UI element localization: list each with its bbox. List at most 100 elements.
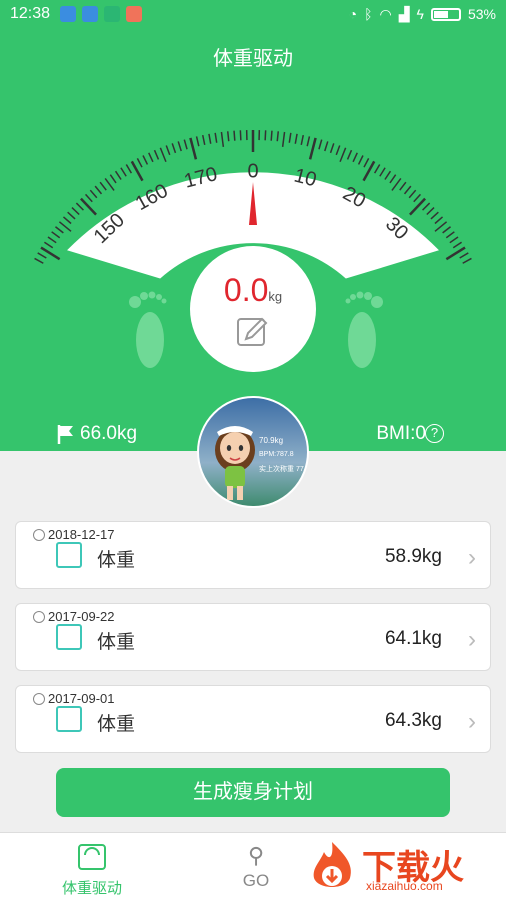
gauge-tick <box>318 139 323 150</box>
record-label: 体重 <box>97 714 136 735</box>
gauge-tick <box>220 131 225 147</box>
record-card[interactable]: 2018-12-17 体重 58.9kg › <box>15 521 491 589</box>
tab-label: GO <box>242 871 270 890</box>
gauge-tick <box>422 202 431 211</box>
record-value: 64.1kg <box>384 628 442 649</box>
gauge-tick <box>214 132 218 143</box>
gauge-tick <box>104 177 115 191</box>
gauge-tick <box>183 139 188 150</box>
gauge-tick <box>352 152 358 163</box>
generate-plan-button[interactable]: 生成瘦身计划 <box>56 768 450 817</box>
record-card[interactable]: 2017-09-22 体重 64.1kg › <box>15 603 491 671</box>
running-icon: ⚲ <box>247 843 265 868</box>
gauge-tick <box>177 141 182 152</box>
scale-icon <box>56 624 82 650</box>
gauge-tick <box>62 216 72 225</box>
goal-weight-value: 66.0kg <box>80 423 138 444</box>
gauge-tick <box>109 174 117 184</box>
gauge-tick <box>306 136 311 147</box>
chevron-right-icon: › <box>468 626 476 653</box>
avatar-line1: 70.9kg <box>259 436 284 445</box>
gauge-tick <box>445 246 466 261</box>
weight-display-circle <box>190 246 316 372</box>
gauge-tick <box>379 167 386 177</box>
gauge-tick <box>413 193 422 203</box>
weight-unit: kg <box>268 289 283 304</box>
record-date: 2017-09-22 <box>48 609 115 624</box>
tab-go[interactable]: ⚲ GO <box>226 843 286 891</box>
watermark: 下载火 xiazaihuo.com <box>302 836 502 896</box>
watermark-sub: xiazaihuo.com <box>366 879 443 893</box>
gauge-tick <box>300 134 305 146</box>
gauge-tick <box>142 155 149 165</box>
current-weight: 0.0kg <box>190 272 316 309</box>
gauge-tick <box>270 130 273 141</box>
scale-tab-icon <box>78 844 106 870</box>
gauge-tick <box>408 189 417 199</box>
gauge-tick <box>120 167 127 177</box>
record-date: 2018-12-17 <box>48 527 115 542</box>
scale-icon <box>56 542 82 568</box>
edit-icon[interactable] <box>236 315 270 349</box>
avatar-line3: 实上次称重 77.5kg <box>259 466 307 473</box>
gauge-tick <box>148 152 154 163</box>
weight-gauge: 150160170 0 102030 <box>34 130 472 279</box>
gauge-tick <box>239 130 242 141</box>
gauge-tick <box>462 257 472 264</box>
record-value: 58.9kg <box>384 546 442 567</box>
gauge-tick <box>136 158 143 168</box>
gauge-tick <box>37 252 47 259</box>
gauge-tick <box>99 181 107 191</box>
record-card[interactable]: 2017-09-01 体重 64.3kg › <box>15 685 491 753</box>
gauge-tick <box>426 207 435 216</box>
clock-icon <box>33 611 45 623</box>
gauge-tick <box>233 130 236 141</box>
gauge-tick <box>171 143 177 154</box>
help-icon[interactable]: ? <box>425 424 444 443</box>
gauge-tick <box>201 134 206 146</box>
gauge-tick <box>43 241 54 249</box>
gauge-tick <box>276 131 280 142</box>
gauge-tick <box>80 197 97 216</box>
gauge-tick <box>55 226 64 234</box>
gauge-tick <box>346 149 353 160</box>
gauge-tick <box>442 226 451 234</box>
gauge-tick <box>324 141 329 152</box>
gauge-tick <box>335 145 341 156</box>
gauge-tick <box>114 170 122 180</box>
record-label: 体重 <box>97 550 136 571</box>
gauge-tick <box>452 241 463 249</box>
gauge-tick <box>434 216 444 225</box>
tab-label: 体重驱动 <box>61 880 122 897</box>
gauge-tick <box>389 174 397 184</box>
goal-weight: 66.0kg <box>56 423 137 445</box>
gauge-tick <box>34 257 44 264</box>
gauge-tick <box>264 130 267 141</box>
gauge-tick <box>434 221 448 232</box>
gauge-tick <box>339 147 347 163</box>
gauge-tick <box>226 131 230 142</box>
gauge-tick <box>94 185 103 195</box>
bmi-value: BMI:0 <box>376 423 426 444</box>
gauge-tick <box>281 131 286 147</box>
flame-logo-icon <box>313 842 351 887</box>
gauge-tick <box>58 221 72 232</box>
tab-weight-drive[interactable]: 体重驱动 <box>52 843 132 898</box>
gauge-tick <box>159 147 167 163</box>
gauge-tick <box>357 155 364 165</box>
avatar[interactable]: 70.9kg BPM:787.8 实上次称重 77.5kg <box>197 396 309 508</box>
gauge-tick <box>449 236 459 244</box>
gauge-tick <box>51 231 61 239</box>
gauge-tick <box>373 164 381 174</box>
avatar-line2: BPM:787.8 <box>259 451 294 458</box>
gauge-tick <box>189 137 198 160</box>
chevron-right-icon: › <box>468 544 476 571</box>
gauge-tick <box>430 211 439 220</box>
weight-value: 0.0 <box>223 272 269 308</box>
gauge-tick <box>40 246 61 261</box>
record-date: 2017-09-01 <box>48 691 115 706</box>
gauge-tick <box>399 181 407 191</box>
flag-icon <box>57 425 73 444</box>
clock-icon <box>33 529 45 541</box>
gauge-tick <box>391 177 402 191</box>
